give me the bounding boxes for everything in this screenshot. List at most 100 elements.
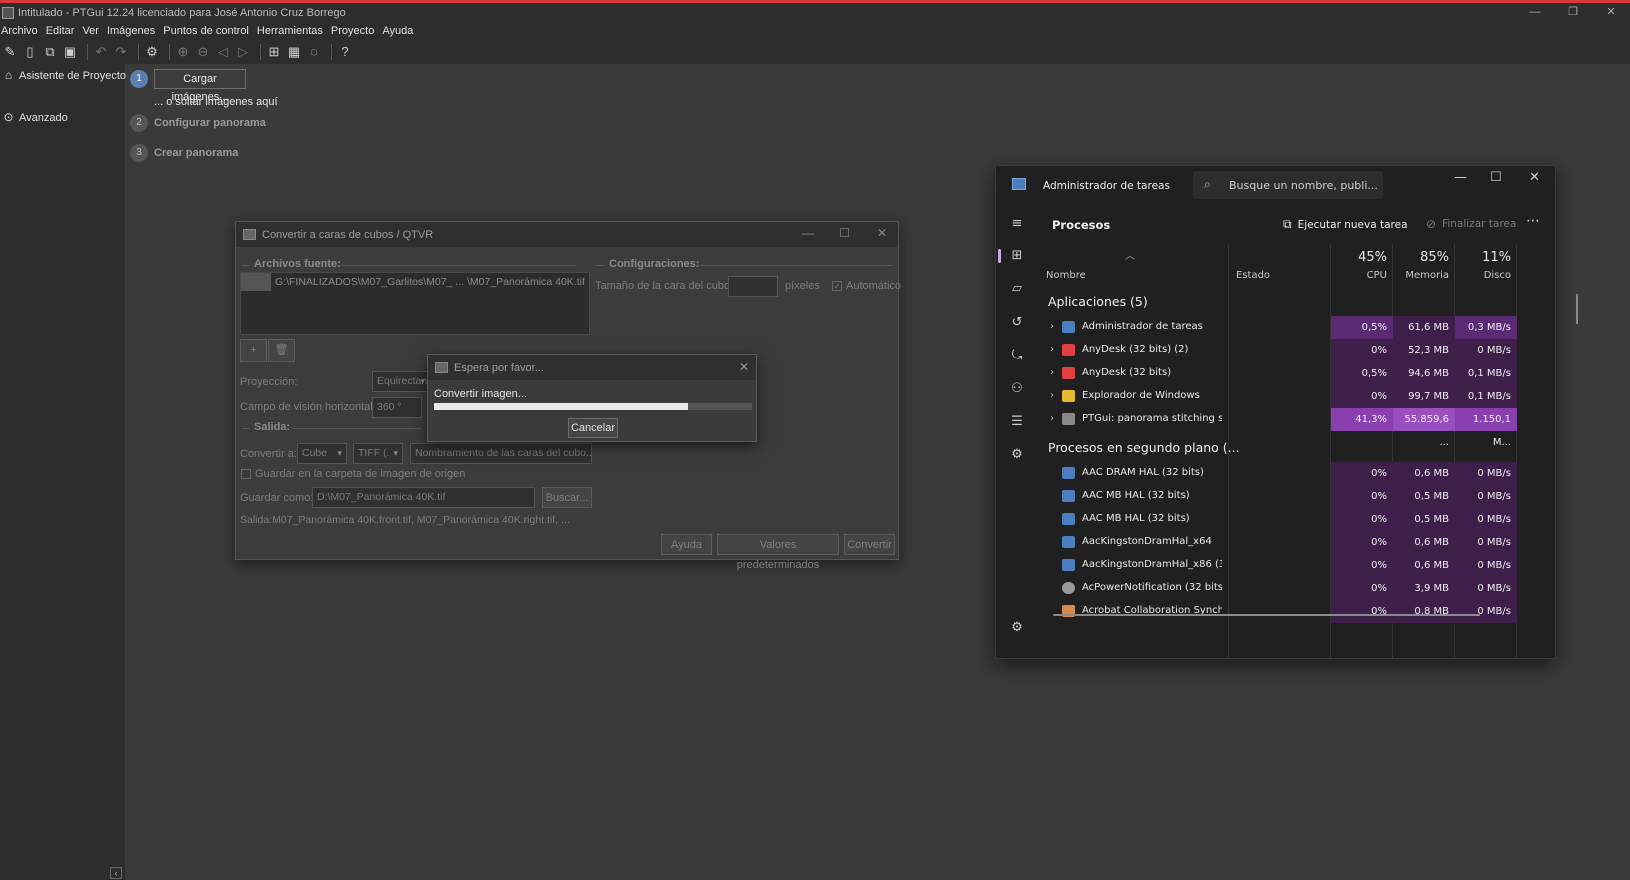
cancel-button[interactable]: Cancelar — [568, 418, 618, 438]
apps-section-heading: Aplicaciones (5) — [1048, 294, 1148, 309]
close-icon[interactable]: ✕ — [877, 226, 887, 240]
process-row[interactable]: AcPowerNotification (32 bits) 0% 3,9 MB … — [1038, 577, 1555, 600]
window-process-icon — [1062, 559, 1075, 571]
tm-search-box[interactable]: ⌕ — [1193, 171, 1383, 199]
maximize-icon[interactable]: ☐ — [1490, 170, 1502, 185]
restore-button[interactable]: ❐ — [1554, 3, 1592, 22]
settings-gear-icon[interactable]: ⚙ — [1008, 619, 1026, 637]
process-row[interactable]: › AnyDesk (32 bits) 0,5% 94,6 MB 0,1 MB/… — [1038, 362, 1555, 385]
startup-apps-icon[interactable]: ⤿ — [1008, 347, 1026, 365]
open-project-icon[interactable]: ▯ — [22, 44, 38, 60]
column-label: Memoria — [1405, 270, 1449, 281]
search-input[interactable] — [1229, 175, 1379, 195]
expand-chevron-icon[interactable]: › — [1050, 367, 1054, 378]
column-header-memory[interactable]: 85% Memoria — [1393, 244, 1455, 284]
close-icon[interactable]: ✕ — [739, 360, 749, 374]
services-icon[interactable]: ⚙ — [1008, 446, 1026, 464]
menu-herramientas[interactable]: Herramientas — [257, 25, 330, 37]
step-2-label[interactable]: Configurar panorama — [154, 117, 266, 129]
performance-icon[interactable]: ▱ — [1008, 280, 1026, 298]
browse-button[interactable]: Buscar... — [542, 487, 592, 508]
menu-imagenes[interactable]: Imágenes — [107, 25, 162, 37]
column-header-name[interactable]: Nombre — [1038, 244, 1228, 284]
collapse-panel-button[interactable]: ‹ — [110, 867, 122, 879]
redo-icon[interactable]: ↷ — [113, 44, 129, 60]
horizontal-scrollbar[interactable] — [1053, 614, 1480, 616]
minimize-icon[interactable]: — — [802, 226, 814, 240]
process-row[interactable]: › Explorador de Windows 0% 99,7 MB 0,1 M… — [1038, 385, 1555, 408]
open-multiple-icon[interactable]: ⧉ — [42, 44, 58, 60]
convert-to-select[interactable]: Cube — [297, 443, 347, 464]
help-icon[interactable]: ? — [337, 44, 353, 60]
column-header-cpu[interactable]: 45% CPU — [1331, 244, 1393, 284]
expand-chevron-icon[interactable]: › — [1050, 413, 1054, 424]
menu-proyecto[interactable]: Proyecto — [331, 25, 381, 37]
help-button[interactable]: Ayuda — [661, 534, 712, 555]
run-new-task-button[interactable]: ⧉ Ejecutar nueva tarea — [1283, 217, 1408, 232]
vertical-scrollbar[interactable] — [1576, 294, 1578, 324]
cpu-cell: 0% — [1331, 577, 1393, 600]
process-row[interactable]: › PTGui: panorama stitching sof... 41,3%… — [1038, 408, 1555, 448]
face-naming-input[interactable]: Nombramiento de las caras del cubo... — [410, 443, 592, 464]
minimize-button[interactable]: — — [1516, 3, 1554, 22]
expand-chevron-icon[interactable]: › — [1050, 321, 1054, 332]
delete-file-button[interactable]: 🗑 — [268, 339, 295, 362]
sidebar-item-wizard[interactable]: ⌂ Asistente de Proyecto — [2, 69, 126, 82]
expand-chevron-icon[interactable]: › — [1050, 390, 1054, 401]
expand-chevron-icon[interactable]: › — [1050, 344, 1054, 355]
process-row[interactable]: AAC MB HAL (32 bits) 0% 0,5 MB 0 MB/s — [1038, 485, 1555, 508]
undo-icon[interactable]: ↶ — [93, 44, 109, 60]
app-history-icon[interactable]: ↺ — [1008, 314, 1026, 332]
table-icon[interactable]: ▦ — [286, 44, 302, 60]
settings-gear-icon[interactable]: ⚙ — [144, 44, 160, 60]
projection-select[interactable]: Equirectangular — [372, 371, 430, 392]
process-row[interactable]: AAC MB HAL (32 bits) 0% 0,5 MB 0 MB/s — [1038, 508, 1555, 531]
end-task-button[interactable]: ⊘ Finalizar tarea — [1426, 217, 1516, 231]
load-images-button[interactable]: Cargar imágenes... — [154, 69, 246, 103]
defaults-button[interactable]: Valores predeterminados — [717, 534, 839, 571]
save-icon[interactable]: ▣ — [62, 44, 78, 60]
menu-ayuda[interactable]: Ayuda — [382, 25, 420, 37]
hfov-input[interactable]: 360 ° — [372, 397, 422, 418]
details-list-icon[interactable]: ☰ — [1008, 413, 1026, 431]
process-row[interactable]: Acrobat Collaboration Synchr... 0% 0,8 M… — [1038, 600, 1555, 623]
hamburger-menu-icon[interactable]: ≡ — [1008, 215, 1026, 233]
sidebar-item-advanced[interactable]: ⊙ Avanzado — [2, 111, 67, 124]
close-button[interactable]: ✕ — [1592, 3, 1630, 22]
more-options-icon[interactable]: ⋯ — [1526, 213, 1540, 229]
process-row[interactable]: › AnyDesk (32 bits) (2) 0% 52,3 MB 0 MB/… — [1038, 339, 1555, 362]
next-icon[interactable]: ▷ — [235, 44, 251, 60]
column-header-disk[interactable]: 11% Disco — [1455, 244, 1517, 284]
processes-grid-icon[interactable]: ⊞ — [1008, 247, 1026, 265]
process-row[interactable]: AacKingstonDramHal_x64 0% 0,6 MB 0 MB/s — [1038, 531, 1555, 554]
menu-ver[interactable]: Ver — [82, 25, 106, 37]
maximize-icon[interactable]: ☐ — [839, 226, 850, 240]
format-select[interactable]: TIFF (. — [353, 443, 403, 464]
column-header-status[interactable]: Estado — [1228, 244, 1330, 284]
zoom-out-icon[interactable]: ⊖ — [195, 44, 211, 60]
process-row[interactable]: AAC DRAM HAL (32 bits) 0% 0,6 MB 0 MB/s — [1038, 462, 1555, 485]
hint-bulb-icon[interactable]: ◌ — [306, 44, 322, 60]
process-row[interactable]: AacKingstonDramHal_x86 (32 ... 0% 0,6 MB… — [1038, 554, 1555, 577]
group-divider — [696, 265, 892, 266]
minimize-icon[interactable]: — — [1454, 170, 1467, 185]
menu-archivo[interactable]: Archivo — [1, 25, 45, 37]
panorama-editor-icon[interactable]: ⊞ — [266, 44, 282, 60]
menu-puntos-de-control[interactable]: Puntos de control — [163, 25, 256, 37]
users-icon[interactable]: ⚇ — [1008, 380, 1026, 398]
process-row[interactable]: › Administrador de tareas 0,5% 61,6 MB 0… — [1038, 316, 1555, 339]
new-project-icon[interactable]: ✎ — [2, 44, 18, 60]
source-file-list[interactable]: G:\FINALIZADOS\M07_Garlitos\M07_ ... \M0… — [240, 272, 590, 335]
auto-checkbox[interactable]: ✓ — [832, 281, 842, 291]
menu-editar[interactable]: Editar — [46, 25, 82, 37]
step-3-label[interactable]: Crear panorama — [154, 147, 238, 159]
save-in-source-checkbox[interactable] — [241, 469, 251, 479]
zoom-in-icon[interactable]: ⊕ — [175, 44, 191, 60]
close-icon[interactable]: ✕ — [1529, 170, 1540, 185]
save-as-input[interactable]: D:\M07_Panorámica 40K.tif — [312, 487, 535, 508]
convert-button[interactable]: Convertir — [844, 534, 895, 555]
cube-size-input[interactable] — [728, 276, 778, 297]
dialog-app-icon — [243, 229, 256, 240]
add-file-button[interactable]: + — [240, 339, 267, 362]
previous-icon[interactable]: ◁ — [215, 44, 231, 60]
